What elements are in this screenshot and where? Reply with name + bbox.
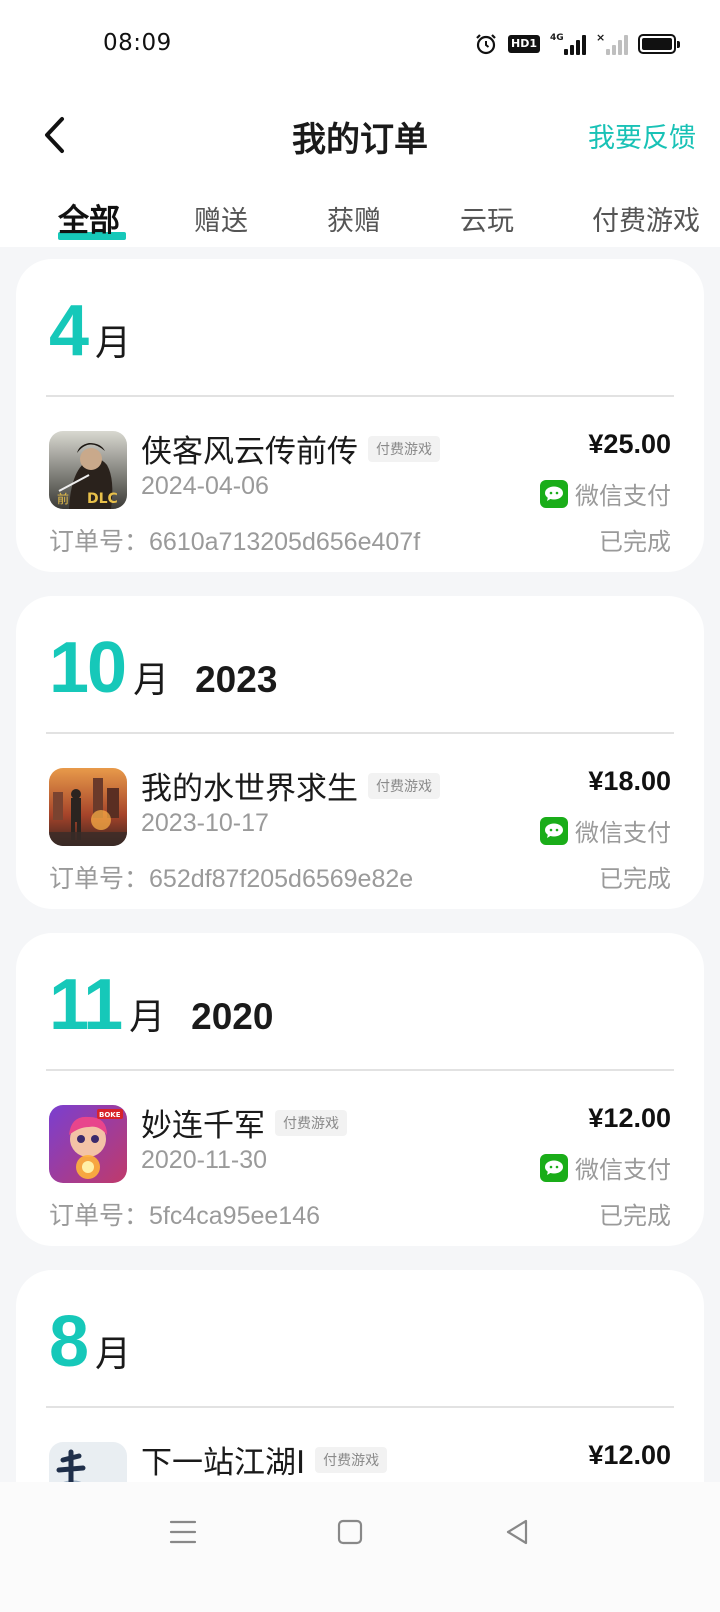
order-item[interactable]: BOKE 妙连千军 付费游戏 2020-11-30 订单号：5fc4ca95ee… xyxy=(16,1070,704,1250)
order-item[interactable]: DLC 前 侠客风云传前传 付费游戏 2024-04-06 订单号：6610a7… xyxy=(16,396,704,576)
status-time: 08:09 xyxy=(103,30,172,56)
month-year: 2023 xyxy=(195,659,278,700)
order-price: ¥12.00 xyxy=(588,1440,671,1470)
paid-game-tag: 付费游戏 xyxy=(315,1446,388,1473)
system-nav-bar xyxy=(0,1482,720,1612)
month-number: 10 xyxy=(49,628,127,708)
hd-voice-icon: HD1 xyxy=(508,35,540,53)
tab-gift-received[interactable]: 获赠 xyxy=(327,199,381,238)
menu-icon xyxy=(169,1520,197,1544)
game-title: 妙连千军 付费游戏 xyxy=(141,1100,347,1145)
order-number: 订单号：652df87f205d6569e82e xyxy=(49,864,414,893)
payment-method: 微信支付 xyxy=(540,1150,671,1185)
month-heading: 11 月 2020 xyxy=(49,969,273,1041)
xiake-game-icon: DLC 前 xyxy=(49,431,127,509)
status-bar: 08:09 HD1 4G × xyxy=(0,0,720,90)
tab-bar: 全部 赠送 获赠 云玩 付费游戏 xyxy=(0,185,720,247)
triangle-back-icon xyxy=(506,1519,528,1545)
month-number: 8 xyxy=(49,1302,89,1382)
alarm-icon xyxy=(476,34,496,55)
water-world-game-icon xyxy=(49,768,127,846)
payment-method: 微信支付 xyxy=(540,476,671,511)
month-heading: 4 月 xyxy=(49,295,157,367)
order-date: 2020-11-30 xyxy=(141,1146,268,1174)
tab-paid-games[interactable]: 付费游戏 xyxy=(592,199,700,238)
order-number: 订单号：5fc4ca95ee146 xyxy=(49,1201,320,1230)
svg-text:DLC: DLC xyxy=(87,491,118,507)
wechat-pay-icon xyxy=(540,479,568,508)
order-price: ¥18.00 xyxy=(588,766,671,796)
tab-gift-sent[interactable]: 赠送 xyxy=(194,199,248,238)
order-status: 已完成 xyxy=(599,865,671,893)
signal-no-service-icon: × xyxy=(596,31,628,55)
order-price: ¥12.00 xyxy=(588,1103,671,1133)
tab-cloud-play[interactable]: 云玩 xyxy=(460,199,514,238)
back-nav-button[interactable] xyxy=(497,1512,537,1552)
header: 我的订单 我要反馈 xyxy=(0,90,720,185)
game-title: 我的水世界求生 付费游戏 xyxy=(141,763,440,808)
home-button[interactable] xyxy=(330,1512,370,1552)
paid-game-tag: 付费游戏 xyxy=(368,772,440,799)
svg-text:BOKE: BOKE xyxy=(99,1111,121,1119)
feedback-link[interactable]: 我要反馈 xyxy=(588,116,696,155)
paid-game-tag: 付费游戏 xyxy=(368,435,440,462)
payment-method: 微信支付 xyxy=(540,813,671,848)
order-item[interactable]: 我的水世界求生 付费游戏 2023-10-17 订单号：652df87f205d… xyxy=(16,733,704,913)
month-unit: 月 xyxy=(133,660,170,701)
status-icons: HD1 4G × xyxy=(474,31,680,56)
wechat-pay-icon xyxy=(540,816,568,845)
square-home-icon xyxy=(337,1519,363,1545)
battery-icon xyxy=(638,34,680,54)
wechat-pay-icon xyxy=(540,1153,568,1182)
signal-4g-icon: 4G xyxy=(550,33,586,55)
paid-game-tag: 付费游戏 xyxy=(275,1109,347,1136)
menu-button[interactable] xyxy=(163,1512,203,1552)
svg-text:前: 前 xyxy=(57,491,69,506)
tab-all[interactable]: 全部 xyxy=(58,195,120,240)
month-unit: 月 xyxy=(95,1334,132,1375)
month-heading: 8 月 xyxy=(49,1306,131,1378)
order-group-card: 4 月 DLC 前 侠客风云传前传 付费游戏 2024-04-06 订单号：66… xyxy=(16,259,704,572)
month-heading: 10 月 2023 xyxy=(49,632,277,704)
order-date: 2023-10-17 xyxy=(141,809,269,837)
order-number: 订单号：6610a713205d656e407f xyxy=(49,527,421,556)
order-date: 2024-04-06 xyxy=(141,472,269,500)
month-number: 4 xyxy=(49,291,89,371)
order-price: ¥25.00 xyxy=(588,429,671,459)
order-status: 已完成 xyxy=(599,1202,671,1230)
miaolian-game-icon: BOKE xyxy=(49,1105,127,1183)
month-unit: 月 xyxy=(95,323,132,364)
order-group-card: 11 月 2020 BOKE 妙连千军 付费游戏 2020-11-30 订单号： xyxy=(16,933,704,1246)
month-unit: 月 xyxy=(129,997,166,1038)
order-group-card: 10 月 2023 我的水世界求生 付费游戏 2023-10-17 订单号：65… xyxy=(16,596,704,909)
game-title: 侠客风云传前传 付费游戏 xyxy=(141,426,440,471)
month-number: 11 xyxy=(49,965,123,1045)
order-status: 已完成 xyxy=(599,528,671,556)
month-year: 2020 xyxy=(191,996,274,1037)
game-title: 下一站江湖Ⅰ 付费游戏 xyxy=(141,1437,388,1482)
